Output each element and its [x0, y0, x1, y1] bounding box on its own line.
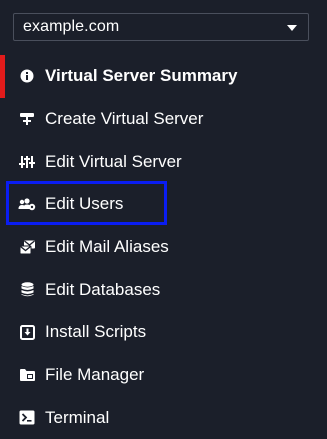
- sidebar-item-edit-virtual-server[interactable]: Edit Virtual Server: [0, 140, 327, 183]
- sidebar-menu: Virtual Server Summary Create Virtual Se…: [0, 55, 327, 439]
- sidebar-item-create-virtual-server[interactable]: Create Virtual Server: [0, 98, 327, 141]
- sidebar-item-label: Edit Users: [45, 194, 123, 214]
- users-icon: [18, 196, 36, 212]
- sidebar-panel: example.com Virtual Server Summary: [0, 0, 327, 432]
- sidebar-item-terminal[interactable]: Terminal: [0, 397, 327, 439]
- mail-alias-icon: [18, 239, 36, 255]
- sidebar-item-edit-mail-aliases[interactable]: Edit Mail Aliases: [0, 226, 327, 269]
- sidebar-item-label: Install Scripts: [45, 322, 146, 342]
- sidebar-item-label: Virtual Server Summary: [45, 66, 237, 86]
- database-icon: [18, 282, 36, 298]
- sidebar-item-install-scripts[interactable]: Install Scripts: [0, 311, 327, 354]
- sidebar-item-label: Edit Mail Aliases: [45, 237, 169, 257]
- sidebar-item-label: Edit Databases: [45, 280, 160, 300]
- sidebar-item-label: Terminal: [45, 408, 109, 428]
- sliders-icon: [18, 154, 36, 170]
- chevron-down-icon[interactable]: [287, 25, 297, 31]
- info-circle-icon: [18, 68, 36, 84]
- create-server-icon: [18, 111, 36, 127]
- sidebar-item-file-manager[interactable]: File Manager: [0, 354, 327, 397]
- sidebar-item-virtual-server-summary[interactable]: Virtual Server Summary: [0, 55, 327, 98]
- sidebar-item-edit-users[interactable]: Edit Users: [0, 183, 327, 226]
- domain-select-value: example.com: [23, 18, 119, 36]
- folder-icon: [18, 367, 36, 383]
- sidebar-item-label: Create Virtual Server: [45, 109, 203, 129]
- domain-select[interactable]: example.com: [13, 13, 309, 41]
- sidebar-item-edit-databases[interactable]: Edit Databases: [0, 268, 327, 311]
- sidebar-item-label: File Manager: [45, 365, 144, 385]
- install-icon: [18, 324, 36, 340]
- terminal-icon: [18, 410, 36, 426]
- sidebar-item-label: Edit Virtual Server: [45, 152, 182, 172]
